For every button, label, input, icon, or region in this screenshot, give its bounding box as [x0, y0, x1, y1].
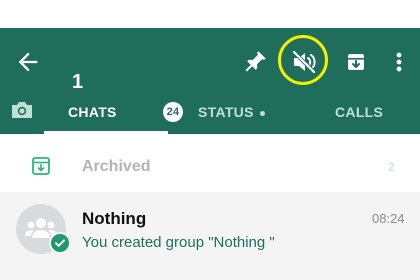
pin-icon: [245, 51, 266, 72]
archived-label: Archived: [82, 158, 151, 175]
tab-chats-label: CHATS: [68, 104, 117, 120]
back-button[interactable]: [14, 48, 42, 76]
selection-app-bar: 1 CHATS 24 STATUS CALLS: [0, 28, 420, 134]
chat-list-item[interactable]: Nothing 08:24 You created group "Nothing…: [0, 192, 420, 280]
chat-name: Nothing: [82, 209, 147, 228]
tab-status[interactable]: STATUS: [196, 92, 286, 134]
tab-chats[interactable]: CHATS 24: [44, 92, 183, 134]
more-vert-icon: [396, 52, 402, 72]
archive-icon: [348, 54, 364, 70]
mute-icon: [292, 50, 316, 74]
selected-tab-indicator: [44, 131, 168, 134]
pin-chat-button[interactable]: [237, 44, 273, 80]
unread-count-badge: 24: [163, 102, 183, 122]
tab-bar: CHATS 24 STATUS CALLS: [0, 92, 420, 134]
check-icon: [55, 239, 65, 247]
chat-preview: You created group "Nothing ": [82, 234, 275, 251]
tab-camera[interactable]: [8, 96, 36, 124]
archive-box-icon: [32, 157, 50, 175]
status-bar-area: [0, 0, 420, 28]
tab-calls[interactable]: CALLS: [320, 92, 400, 134]
tab-status-label: STATUS: [198, 104, 254, 120]
mute-button[interactable]: [286, 44, 322, 80]
back-arrow-icon: [18, 52, 38, 72]
status-update-dot: [260, 111, 265, 116]
camera-icon: [12, 102, 32, 118]
archived-chats-row[interactable]: Archived 2: [0, 148, 420, 186]
archived-count: 2: [388, 160, 395, 174]
selected-check-badge: [49, 232, 71, 254]
chat-time: 08:24: [372, 211, 405, 226]
more-options-button[interactable]: [381, 44, 417, 80]
archive-button[interactable]: [338, 44, 374, 80]
selected-count: 1: [72, 71, 84, 93]
tab-calls-label: CALLS: [335, 104, 384, 120]
